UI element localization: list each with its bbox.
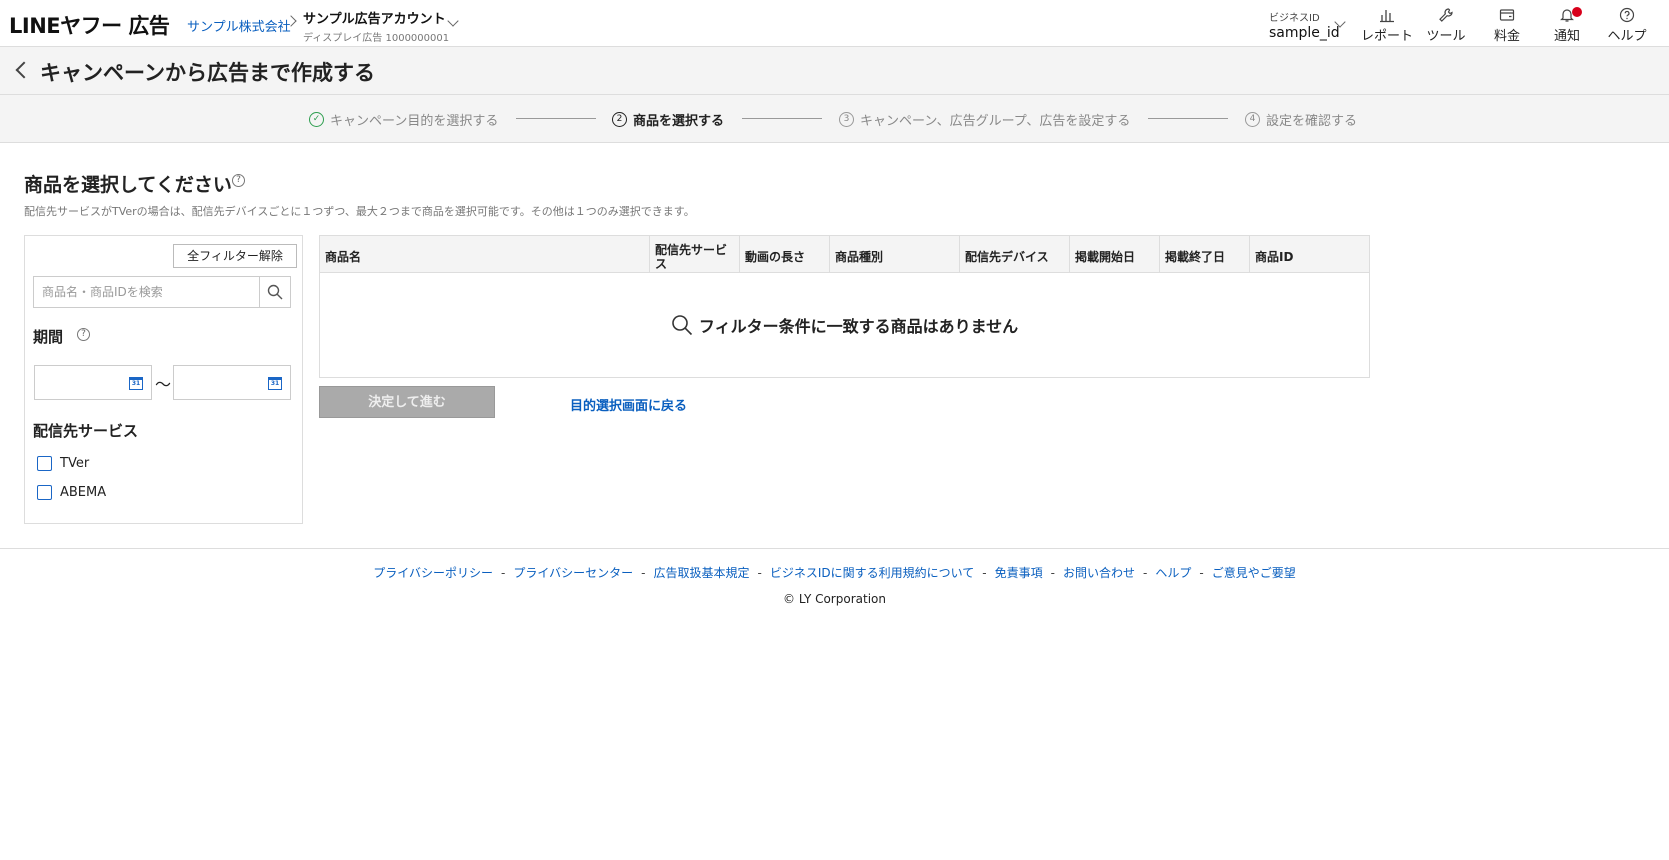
footer-link-help[interactable]: ヘルプ (1155, 566, 1191, 580)
step-label: キャンペーン、広告グループ、広告を設定する (860, 114, 1131, 129)
footer-link-disclaimer[interactable]: 免責事項 (995, 566, 1043, 580)
step-select-product: 2 商品を選択する (612, 110, 724, 129)
column-header[interactable]: 商品名 (320, 236, 650, 273)
step-number-icon: 2 (612, 112, 627, 127)
top-header: LINEヤフー 広告 サンプル株式会社 サンプル広告アカウント ディスプレイ広告… (0, 0, 1669, 47)
footer-separator: - (757, 566, 762, 580)
product-table: 商品名 配信先サービス 動画の長さ 商品種別 配信先デバイス 掲載開始日 掲載終… (319, 235, 1370, 378)
calendar-icon[interactable]: 31 (129, 377, 143, 390)
progress-stepper: ✓ キャンペーン目的を選択する 2 商品を選択する 3 キャンペーン、広告グルー… (0, 95, 1669, 143)
section-description: 配信先サービスがTVerの場合は、配信先デバイスごとに１つずつ、最大２つまで商品… (24, 205, 695, 218)
column-header[interactable]: 配信先サービス (650, 236, 740, 273)
step-confirm: 4 設定を確認する (1245, 110, 1357, 129)
back-to-objective-link[interactable]: 目的選択画面に戻る (570, 395, 687, 414)
column-header[interactable]: 掲載終了日 (1160, 236, 1250, 273)
column-header[interactable]: 動画の長さ (740, 236, 830, 273)
notification-dot (1572, 7, 1582, 17)
table-header: 商品名 配信先サービス 動画の長さ 商品種別 配信先デバイス 掲載開始日 掲載終… (320, 236, 1369, 273)
nav-notifications[interactable]: 通知 (1537, 7, 1597, 44)
account-switcher[interactable]: サンプル広告アカウント ディスプレイ広告 1000000001 (303, 8, 449, 44)
nav-tools-label: ツール (1426, 29, 1466, 44)
step-select-objective: ✓ キャンペーン目的を選択する (309, 110, 498, 129)
footer-separator: - (1199, 566, 1204, 580)
footer-link-feedback[interactable]: ご意見やご要望 (1212, 566, 1296, 580)
nav-billing[interactable]: 料金 (1477, 7, 1537, 44)
service-option-label: TVer (60, 456, 90, 471)
service-option-abema[interactable]: ABEMA (37, 485, 106, 500)
account-name: サンプル広告アカウント (303, 12, 446, 27)
filter-panel: 全フィルター解除 商品名・商品IDを検索 期間 ? 31 〜 31 配信先サービ… (24, 235, 303, 524)
back-arrow-icon[interactable] (15, 61, 33, 79)
company-link[interactable]: サンプル株式会社 (187, 16, 291, 35)
section-title: 商品を選択してください (24, 174, 232, 196)
nav-help[interactable]: ヘルプ (1597, 7, 1657, 44)
business-id-value: sample_id (1269, 25, 1340, 41)
title-bar: キャンペーンから広告まで作成する (0, 47, 1669, 95)
wrench-icon (1439, 8, 1453, 22)
column-header[interactable]: 商品ID (1250, 236, 1369, 273)
search-icon (672, 315, 692, 336)
bar-chart-icon (1380, 10, 1394, 23)
nav-report-label: レポート (1360, 29, 1413, 44)
footer-link-business-id-terms[interactable]: ビジネスIDに関する利用規約について (770, 566, 974, 580)
logo[interactable]: LINEヤフー 広告 (9, 10, 170, 40)
clear-filters-button[interactable]: 全フィルター解除 (173, 244, 297, 268)
column-header[interactable]: 商品種別 (830, 236, 960, 273)
date-separator: 〜 (155, 375, 172, 394)
footer-link-privacy-policy[interactable]: プライバシーポリシー (373, 566, 493, 580)
step-number-icon: 3 (839, 112, 854, 127)
product-search-input[interactable]: 商品名・商品IDを検索 (34, 277, 260, 307)
help-icon[interactable]: ? (77, 328, 90, 341)
step-connector (516, 118, 596, 119)
calendar-icon[interactable]: 31 (268, 377, 282, 390)
footer-separator: - (982, 566, 987, 580)
step-connector (1148, 118, 1228, 119)
wallet-icon (1499, 9, 1515, 21)
period-label: 期間 (33, 328, 64, 346)
step-number-icon: 4 (1245, 112, 1260, 127)
footer-link-ad-terms[interactable]: 広告取扱基本規定 (654, 566, 750, 580)
nav-notifications-label: 通知 (1553, 29, 1580, 44)
checkbox[interactable] (37, 456, 52, 471)
empty-message: フィルター条件に一致する商品はありません (698, 317, 1019, 336)
empty-state: フィルター条件に一致する商品はありません (320, 273, 1369, 377)
end-date-field[interactable]: 31 (173, 365, 291, 400)
business-id-label: ビジネスID (1269, 13, 1320, 24)
step-label: 設定を確認する (1266, 114, 1358, 129)
footer-separator: - (1143, 566, 1148, 580)
nav-report[interactable]: レポート (1357, 7, 1417, 44)
footer-separator: - (641, 566, 646, 580)
help-icon (1619, 7, 1635, 23)
service-option-tver[interactable]: TVer (37, 456, 89, 471)
footer: プライバシーポリシー - プライバシーセンター - 広告取扱基本規定 - ビジネスIDに関す… (0, 548, 1669, 618)
step-connector (742, 118, 822, 119)
page-title: キャンペーンから広告まで作成する (40, 61, 375, 85)
account-subtitle: ディスプレイ広告 1000000001 (303, 33, 450, 44)
step-configure-campaign: 3 キャンペーン、広告グループ、広告を設定する (839, 110, 1130, 129)
footer-link-contact[interactable]: お問い合わせ (1063, 566, 1135, 580)
step-label: キャンペーン目的を選択する (330, 114, 499, 129)
search-box: 商品名・商品IDを検索 (33, 276, 291, 308)
search-icon (267, 284, 283, 300)
copyright: © LY Corporation (783, 592, 886, 606)
service-filter-label: 配信先サービス (33, 422, 139, 440)
nav-help-label: ヘルプ (1607, 29, 1647, 44)
service-option-label: ABEMA (60, 485, 107, 500)
footer-separator: - (501, 566, 506, 580)
business-id-menu[interactable]: ビジネスID sample_id (1269, 9, 1340, 41)
help-icon[interactable]: ? (232, 174, 245, 187)
footer-links: プライバシーポリシー - プライバシーセンター - 広告取扱基本規定 - ビジネスIDに関す… (0, 564, 1669, 581)
nav-billing-label: 料金 (1493, 29, 1520, 44)
start-date-field[interactable]: 31 (34, 365, 152, 400)
check-circle-icon: ✓ (309, 112, 324, 127)
column-header[interactable]: 配信先デバイス (960, 236, 1070, 273)
footer-link-privacy-center[interactable]: プライバシーセンター (513, 566, 633, 580)
column-header[interactable]: 掲載開始日 (1070, 236, 1160, 273)
checkbox[interactable] (37, 485, 52, 500)
footer-separator: - (1050, 566, 1055, 580)
search-button[interactable] (260, 277, 290, 307)
nav-tools[interactable]: ツール (1416, 7, 1476, 44)
proceed-button[interactable]: 決定して進む (319, 386, 495, 418)
step-label: 商品を選択する (633, 114, 725, 129)
